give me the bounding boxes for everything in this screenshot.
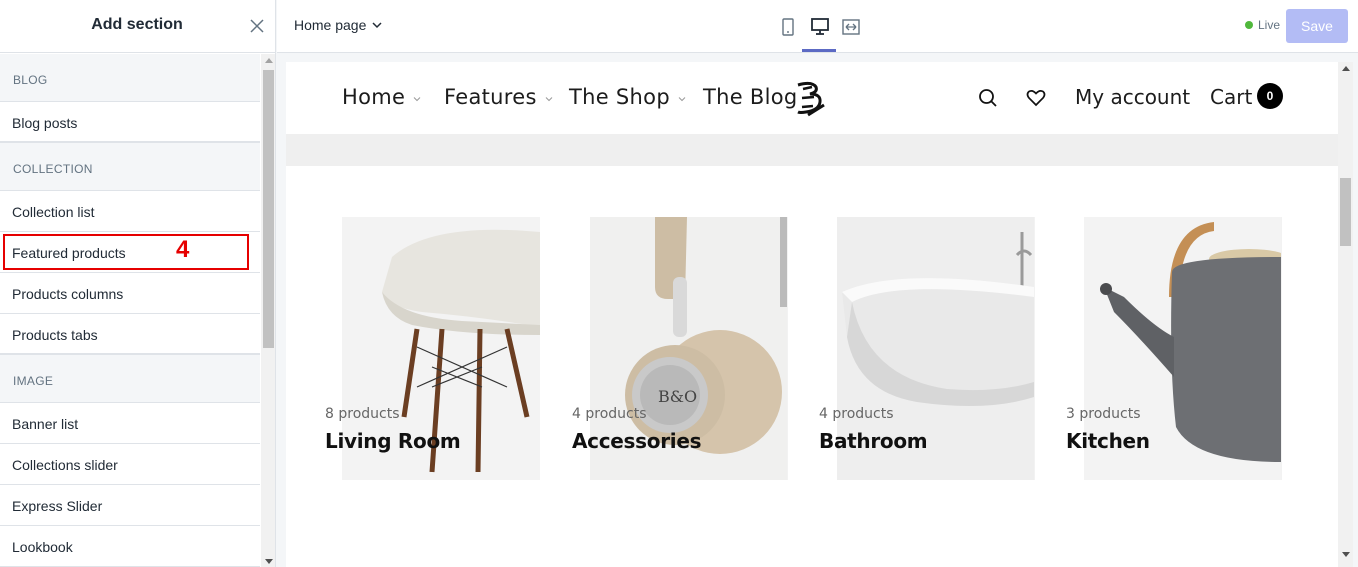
announcement-band bbox=[286, 134, 1338, 166]
store-nav: Home Features The Shop The Blog My accou… bbox=[286, 62, 1338, 134]
scroll-up-arrow-icon[interactable] bbox=[265, 58, 273, 63]
preview-scrollbar[interactable] bbox=[1338, 62, 1353, 567]
group-header-image: IMAGE bbox=[0, 355, 260, 403]
collection-count: 3 products bbox=[1066, 406, 1141, 422]
section-item-featured-products[interactable]: Featured products 4 bbox=[0, 232, 260, 273]
group-header-collection: COLLECTION bbox=[0, 143, 260, 191]
heart-icon[interactable] bbox=[1025, 87, 1047, 109]
scrollbar-thumb[interactable] bbox=[263, 70, 274, 348]
save-button[interactable]: Save bbox=[1286, 9, 1348, 43]
section-item-banner-list[interactable]: Banner list bbox=[0, 403, 260, 444]
section-item-collection-list[interactable]: Collection list bbox=[0, 191, 260, 232]
scroll-up-arrow-icon[interactable] bbox=[1342, 66, 1350, 71]
section-list: BLOG Blog posts COLLECTION Collection li… bbox=[0, 54, 260, 567]
collection-count: 4 products bbox=[572, 406, 647, 422]
highlight-box bbox=[3, 234, 249, 270]
store-preview: Home Features The Shop The Blog My accou… bbox=[286, 62, 1338, 567]
chevron-down-icon bbox=[413, 97, 421, 102]
scroll-down-arrow-icon[interactable] bbox=[1342, 552, 1350, 557]
sidebar-title: Add section bbox=[91, 16, 183, 33]
editor-topbar: Home page Live Save bbox=[277, 0, 1358, 53]
section-item-express-slider[interactable]: Express Slider bbox=[0, 485, 260, 526]
chevron-down-icon bbox=[372, 22, 382, 29]
collection-title[interactable]: Accessories bbox=[572, 429, 702, 453]
scroll-down-arrow-icon[interactable] bbox=[265, 559, 273, 564]
collection-title[interactable]: Bathroom bbox=[819, 429, 928, 453]
chevron-down-icon bbox=[545, 97, 553, 102]
scrollbar-thumb[interactable] bbox=[1340, 178, 1351, 246]
collection-title[interactable]: Living Room bbox=[325, 429, 461, 453]
sidebar-header: Add section bbox=[0, 0, 275, 53]
nav-features[interactable]: Features bbox=[444, 85, 553, 109]
nav-the-blog[interactable]: The Blog bbox=[703, 85, 798, 109]
section-item-blog-posts[interactable]: Blog posts bbox=[0, 102, 260, 143]
live-dot-icon bbox=[1245, 21, 1253, 29]
section-item-products-columns[interactable]: Products columns bbox=[0, 273, 260, 314]
nav-home[interactable]: Home bbox=[342, 85, 421, 109]
my-account-link[interactable]: My account bbox=[1075, 85, 1190, 109]
page-selector[interactable]: Home page bbox=[294, 17, 382, 33]
close-icon[interactable] bbox=[248, 17, 266, 35]
sidebar-scrollbar[interactable] bbox=[261, 54, 275, 567]
nav-the-shop[interactable]: The Shop bbox=[569, 85, 686, 109]
chevron-down-icon bbox=[678, 97, 686, 102]
active-device-indicator bbox=[802, 49, 836, 52]
section-item-lookbook[interactable]: Lookbook bbox=[0, 526, 260, 567]
live-status: Live bbox=[1245, 18, 1280, 32]
collection-count: 8 products bbox=[325, 406, 400, 422]
brand-logo-icon[interactable] bbox=[794, 79, 828, 117]
section-item-products-tabs[interactable]: Products tabs bbox=[0, 314, 260, 355]
collection-count: 4 products bbox=[819, 406, 894, 422]
mobile-view-icon[interactable] bbox=[777, 16, 799, 38]
search-icon[interactable] bbox=[977, 87, 999, 109]
desktop-view-icon[interactable] bbox=[809, 16, 831, 38]
svg-text:B&O: B&O bbox=[658, 387, 697, 406]
cart-link[interactable]: Cart bbox=[1210, 85, 1252, 109]
fullscreen-view-icon[interactable] bbox=[840, 16, 862, 38]
section-item-collections-slider[interactable]: Collections slider bbox=[0, 444, 260, 485]
group-header-blog: BLOG bbox=[0, 54, 260, 102]
collection-title[interactable]: Kitchen bbox=[1066, 429, 1150, 453]
add-section-sidebar: Add section BLOG Blog posts COLLECTION C… bbox=[0, 0, 276, 567]
cart-count-badge: 0 bbox=[1257, 83, 1283, 109]
step-annotation: 4 bbox=[176, 236, 190, 263]
